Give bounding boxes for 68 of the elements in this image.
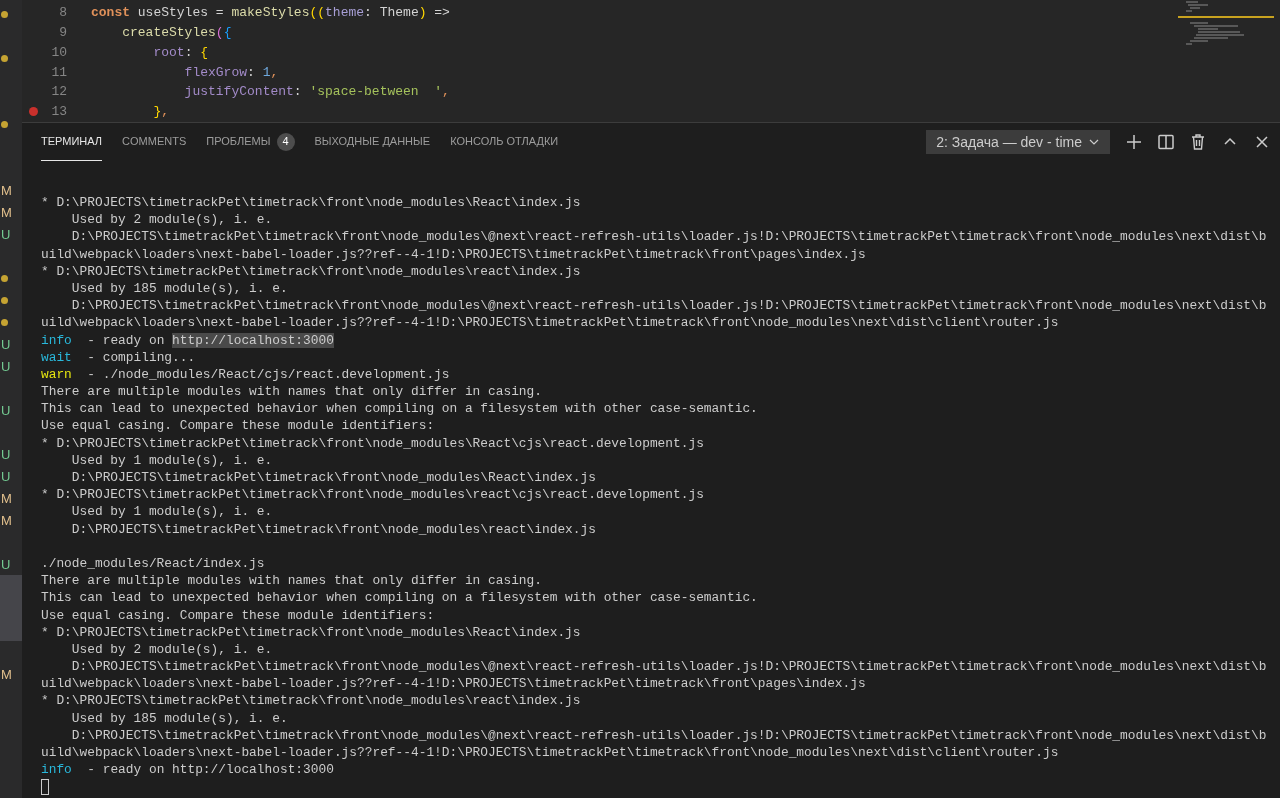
terminal-line: Used by 185 module(s), i. e. [70,709,289,727]
terminal-line: * D:\PROJECTS\timetrackPet\timetrack\front\node_modules\react\index.js [41,262,582,280]
terminal-line: D:\PROJECTS\timetrackPet\timetrack\front\node_modules\@next\react-refresh-utils\loader.js!D:\PROJECTS\timetrackPet\timetrack\front\node_modules\next\dist\b [70,297,1268,315]
git-status-letter: M [1,491,12,505]
terminal-line: wait - compiling... [41,348,197,366]
code-line: justifyContent: 'space-between ', [183,83,450,102]
code-line: flexGrow: 1, [183,63,279,82]
git-status-letter: M [1,183,12,197]
line-number: 12 [50,83,67,102]
git-status-letter: M [1,513,12,527]
plus-icon[interactable] [1124,132,1144,152]
terminal-line: There are multiple modules with names that only differ in casing. [41,572,543,590]
git-status-letter: M [1,667,12,681]
git-status-letter: M [1,205,12,219]
count-badge: 4 [276,132,295,151]
terminal-line: Use equal casing. Compare these module identifiers: [41,417,436,435]
terminal-line: * D:\PROJECTS\timetrackPet\timetrack\front\node_modules\react\index.js [41,692,582,710]
line-number: 10 [50,43,67,62]
terminal-line: uild\webpack\loaders\next-babel-loader.js??ref--4-1!D:\PROJECTS\timetrackPet\timetrack\front\pages\index.js [41,675,867,693]
terminal-line: * D:\PROJECTS\timetrackPet\timetrack\front\node_modules\react\cjs\react.development.js [41,486,705,504]
terminal-line: Used by 185 module(s), i. e. [70,279,289,298]
git-status-letter: U [1,337,11,351]
terminal-line: info - ready on http://localhost:3000 [41,331,335,349]
terminal-line: uild\webpack\loaders\next-babel-loader.js??ref--4-1!D:\PROJECTS\timetrackPet\timetrack\front\node_modules\next\dist\client\router.js [41,314,1060,332]
panel-tab[interactable]: ВЫХОДНЫЕ ДАННЫЕ [314,123,431,161]
git-status-letter: U [1,469,11,483]
terminal-select[interactable]: 2: Задача — dev - time [926,130,1110,154]
panel-tab[interactable]: ТЕРМИНАЛ [41,123,103,161]
terminal-line: Used by 1 module(s), i. e. [70,451,274,469]
terminal-line: D:\PROJECTS\timetrackPet\timetrack\front\node_modules\@next\react-refresh-utils\loader.js!D:\PROJECTS\timetrackPet\timetrack\front\node_modules\next\dist\b [70,658,1268,676]
terminal-line: Used by 1 module(s), i. e. [70,503,274,521]
terminal-line: This can lead to unexpected behavior when compiling on a filesystem with other case-semantic. [41,400,759,418]
split-icon[interactable] [1156,132,1176,152]
panel-tab[interactable]: ПРОБЛЕМЫ 4 [206,123,295,161]
code-line: }, [152,103,170,122]
terminal-line: uild\webpack\loaders\next-babel-loader.js??ref--4-1!D:\PROJECTS\timetrackPet\timetrack\front\pages\index.js [41,245,867,263]
terminal-cursor [41,778,49,795]
terminal-line: info - ready on http://localhost:3000 [41,761,335,779]
terminal-line: * D:\PROJECTS\timetrackPet\timetrack\front\node_modules\React\cjs\react.development.js [41,434,705,452]
line-number: 9 [58,23,67,42]
terminal-line: There are multiple modules with names that only differ in casing. [41,383,543,401]
code-line: root: { [152,43,209,62]
terminal-line: Used by 2 module(s), i. e. [70,640,274,659]
terminal-line: D:\PROJECTS\timetrackPet\timetrack\front\node_modules\@next\react-refresh-utils\loader.js!D:\PROJECTS\timetrackPet\timetrack\front\node_modules\next\dist\b [70,228,1268,246]
line-number: 8 [58,4,67,23]
terminal-line: D:\PROJECTS\timetrackPet\timetrack\front\node_modules\react\index.js [70,520,597,538]
terminal-line: uild\webpack\loaders\next-babel-loader.js??ref--4-1!D:\PROJECTS\timetrackPet\timetrack\front\node_modules\next\dist\client\router.js [41,744,1060,762]
git-status-letter: U [1,447,11,461]
terminal-line: This can lead to unexpected behavior when compiling on a filesystem with other case-semantic. [41,589,759,607]
git-status-letter: U [1,359,11,373]
terminal-line: D:\PROJECTS\timetrackPet\timetrack\front\node_modules\@next\react-refresh-utils\loader.js!D:\PROJECTS\timetrackPet\timetrack\front\node_modules\next\dist\b [70,726,1268,744]
line-number: 13 [50,103,67,122]
git-status-letter: U [1,557,11,571]
git-status-letter: U [1,403,11,417]
line-number: 11 [50,63,67,82]
code-line: createStyles({ [121,23,232,42]
terminal-line: Used by 2 module(s), i. e. [70,211,274,229]
breakpoint-icon[interactable] [28,107,38,117]
panel-tab[interactable]: COMMENTS [122,123,187,161]
terminal-line: * D:\PROJECTS\timetrackPet\timetrack\front\node_modules\React\index.js [41,194,582,212]
terminal-line: * D:\PROJECTS\timetrackPet\timetrack\front\node_modules\React\index.js [41,623,582,641]
panel-tab[interactable]: КОНСОЛЬ ОТЛАДКИ [450,123,559,161]
terminal-line: Use equal casing. Compare these module identifiers: [41,606,436,624]
terminal-line: ./node_modules/React/index.js [41,554,266,573]
terminal-line: warn - ./node_modules/React/cjs/react.development.js [41,365,451,384]
code-line: const useStyles = makeStyles((theme: Theme) => [91,4,450,23]
terminal-line: D:\PROJECTS\timetrackPet\timetrack\front\node_modules\React\index.js [70,469,597,487]
git-status-letter: U [1,227,11,241]
